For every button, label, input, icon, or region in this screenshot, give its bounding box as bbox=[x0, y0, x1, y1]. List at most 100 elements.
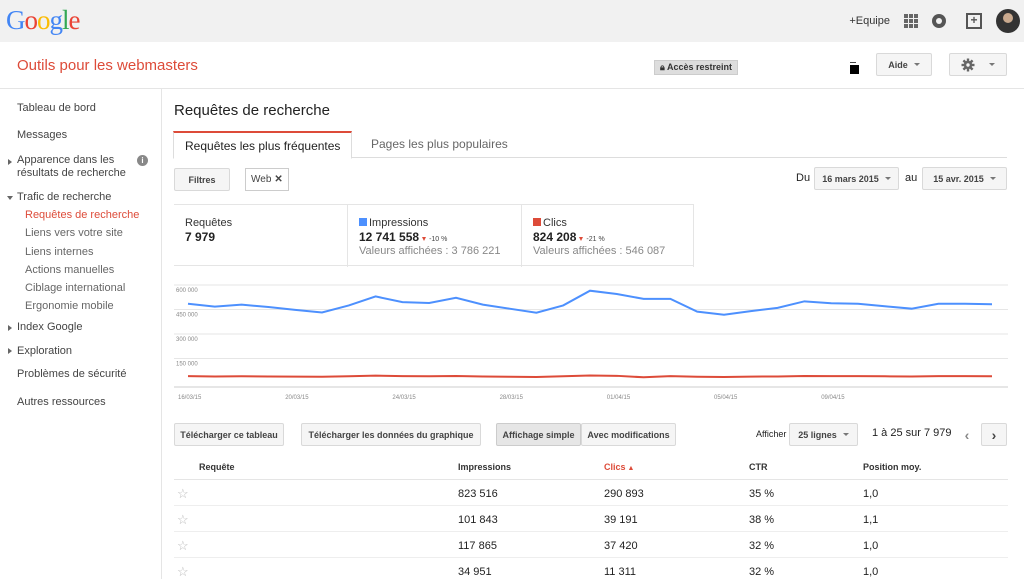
help-label: Aide bbox=[888, 59, 908, 70]
page-title: Requêtes de recherche bbox=[174, 102, 330, 119]
google-logo[interactable]: Google bbox=[6, 5, 80, 36]
logo-letter: g bbox=[49, 5, 63, 35]
filter-chip: Web ✕ bbox=[245, 168, 289, 191]
close-icon[interactable]: ✕ bbox=[274, 174, 282, 185]
next-page-button[interactable]: › bbox=[981, 423, 1007, 446]
cell-position: 1,0 bbox=[863, 566, 879, 578]
info-icon[interactable]: i bbox=[137, 155, 148, 166]
with-changes-button[interactable]: Avec modifications bbox=[581, 423, 676, 446]
table-row[interactable]: ☆ 823 516 290 893 35 % 1,0 bbox=[174, 480, 1008, 506]
star-icon[interactable]: ☆ bbox=[177, 564, 189, 580]
cell-impressions: 101 843 bbox=[458, 514, 498, 526]
product-title[interactable]: Outils pour les webmasters bbox=[17, 57, 198, 74]
stat-card-impressions[interactable]: Impressions 12 741 558 -10 % Valeurs affi… bbox=[348, 205, 522, 267]
sidebar-item-other-resources[interactable]: Autres ressources bbox=[17, 396, 106, 408]
sidebar-item-google-index[interactable]: Index Google bbox=[17, 321, 82, 333]
date-from-label: Du bbox=[796, 172, 811, 184]
sidebar-item-mobile[interactable]: Ergonomie mobile bbox=[25, 300, 114, 312]
arrow-down-icon bbox=[579, 237, 584, 241]
restricted-label: Accès restreint bbox=[666, 62, 733, 72]
x-tick-label: 24/03/15 bbox=[392, 395, 416, 401]
apps-icon[interactable] bbox=[904, 14, 918, 28]
sidebar-item-appearance[interactable]: Apparence dans les résultats de recherch… bbox=[17, 154, 126, 180]
col-clicks-label: Clics bbox=[604, 462, 626, 472]
logo-letter: e bbox=[68, 5, 81, 35]
sidebar-item-internal-links[interactable]: Liens internes bbox=[25, 246, 94, 258]
plus-profile-link[interactable]: +Equipe bbox=[849, 15, 890, 27]
tab-top-queries[interactable]: Requêtes les plus fréquentes bbox=[173, 131, 353, 159]
product-header: Outils pour les webmasters 🔒︎ Accès rest… bbox=[0, 42, 1024, 89]
table-header: Requête Impressions Clics ▲ CTR Position… bbox=[174, 454, 1008, 480]
sidebar-item-international[interactable]: Ciblage international bbox=[25, 282, 125, 294]
cell-ctr: 38 % bbox=[749, 514, 775, 526]
cell-position: 1,1 bbox=[863, 514, 879, 526]
gear-icon bbox=[961, 58, 975, 71]
chevron-right-icon bbox=[8, 159, 12, 165]
prev-page-button[interactable]: ‹ bbox=[956, 423, 978, 446]
sidebar-item-messages[interactable]: Messages bbox=[17, 129, 67, 141]
tab-top-pages[interactable]: Pages les plus populaires bbox=[360, 131, 519, 158]
site-selector[interactable] bbox=[752, 53, 862, 77]
chevron-down-icon bbox=[989, 63, 995, 66]
logo-letter: o bbox=[24, 5, 38, 35]
star-icon[interactable]: ☆ bbox=[177, 538, 189, 554]
sidebar-item-crawl[interactable]: Exploration bbox=[17, 345, 72, 357]
sidebar-item-dashboard[interactable]: Tableau de bord bbox=[17, 102, 96, 114]
notifications-icon[interactable] bbox=[932, 14, 946, 28]
cell-clicks: 11 311 bbox=[604, 566, 637, 578]
download-chart-data-button[interactable]: Télécharger les données du graphique bbox=[301, 423, 481, 446]
chevron-right-icon: › bbox=[991, 426, 997, 443]
traffic-chart[interactable]: 600 000 450 000 300 000 150 000 16/03/15 20/0… bbox=[174, 275, 1008, 403]
share-icon[interactable]: + bbox=[966, 13, 982, 29]
sidebar-item-search-queries[interactable]: Requêtes de recherche bbox=[25, 209, 139, 221]
date-to-label: au bbox=[905, 172, 918, 184]
chevron-down-icon bbox=[884, 177, 891, 180]
tab-bar: Requêtes les plus fréquentes Pages les p… bbox=[173, 131, 1007, 159]
stat-value: 824 208 bbox=[533, 230, 577, 244]
filter-chip-label: Web bbox=[251, 174, 272, 185]
date-to-select[interactable]: 15 avr. 2015 bbox=[922, 167, 1007, 190]
cell-clicks: 37 420 bbox=[604, 540, 638, 552]
col-clicks[interactable]: Clics ▲ bbox=[604, 462, 634, 472]
stat-card-clicks[interactable]: Clics 824 208 -21 % Valeurs affichées : 5… bbox=[522, 205, 694, 267]
col-impressions[interactable]: Impressions bbox=[458, 462, 511, 472]
date-from-select[interactable]: 16 mars 2015 bbox=[814, 167, 899, 190]
x-tick-label: 28/03/15 bbox=[500, 395, 524, 401]
table-row[interactable]: ☆ 34 951 11 311 32 % 1,0 bbox=[174, 558, 1008, 584]
pagination-text: 1 à 25 sur 7 979 bbox=[872, 427, 952, 439]
sidebar-item-security[interactable]: Problèmes de sécurité bbox=[17, 368, 126, 380]
filters-button[interactable]: Filtres bbox=[174, 168, 230, 191]
table-row[interactable]: ☆ 101 843 39 191 38 % 1,1 bbox=[174, 506, 1008, 532]
date-from-value: 16 mars 2015 bbox=[822, 173, 879, 184]
chevron-down-icon bbox=[7, 196, 13, 200]
rows-per-page-select[interactable]: 25 lignes bbox=[789, 423, 858, 446]
download-table-button[interactable]: Télécharger ce tableau bbox=[174, 423, 284, 446]
stat-title: Requêtes bbox=[185, 217, 233, 229]
stat-sub: Valeurs affichées : 3 786 221 bbox=[359, 245, 501, 257]
chevron-down-icon bbox=[842, 433, 849, 436]
rows-per-page-value: 25 lignes bbox=[798, 429, 837, 440]
col-ctr[interactable]: CTR bbox=[749, 462, 768, 472]
sidebar-item-label: résultats de recherche bbox=[17, 167, 126, 179]
arrow-down-icon bbox=[422, 237, 427, 241]
stat-delta: -10 % bbox=[429, 236, 448, 243]
sidebar-item-manual-actions[interactable]: Actions manuelles bbox=[25, 264, 114, 276]
x-tick-label: 01/04/15 bbox=[607, 395, 631, 401]
col-query[interactable]: Requête bbox=[199, 462, 235, 472]
settings-button[interactable] bbox=[949, 53, 1007, 76]
sidebar-item-links[interactable]: Liens vers votre site bbox=[25, 227, 123, 239]
star-icon[interactable]: ☆ bbox=[177, 512, 189, 528]
chevron-right-icon bbox=[8, 348, 12, 354]
sidebar-item-search-traffic[interactable]: Trafic de recherche bbox=[17, 191, 111, 203]
x-tick-label: 09/04/15 bbox=[821, 395, 845, 401]
col-position[interactable]: Position moy. bbox=[863, 462, 921, 472]
table-row[interactable]: ☆ 117 865 37 420 32 % 1,0 bbox=[174, 532, 1008, 558]
stat-card-queries[interactable]: Requêtes 7 979 bbox=[174, 205, 348, 267]
star-icon[interactable]: ☆ bbox=[177, 486, 189, 502]
show-label: Afficher bbox=[756, 429, 787, 439]
simple-view-button[interactable]: Affichage simple bbox=[496, 423, 581, 446]
y-tick-label: 600 000 bbox=[176, 288, 198, 294]
help-button[interactable]: Aide bbox=[876, 53, 932, 76]
stat-sub: Valeurs affichées : 546 087 bbox=[533, 245, 666, 257]
avatar[interactable] bbox=[996, 9, 1020, 33]
